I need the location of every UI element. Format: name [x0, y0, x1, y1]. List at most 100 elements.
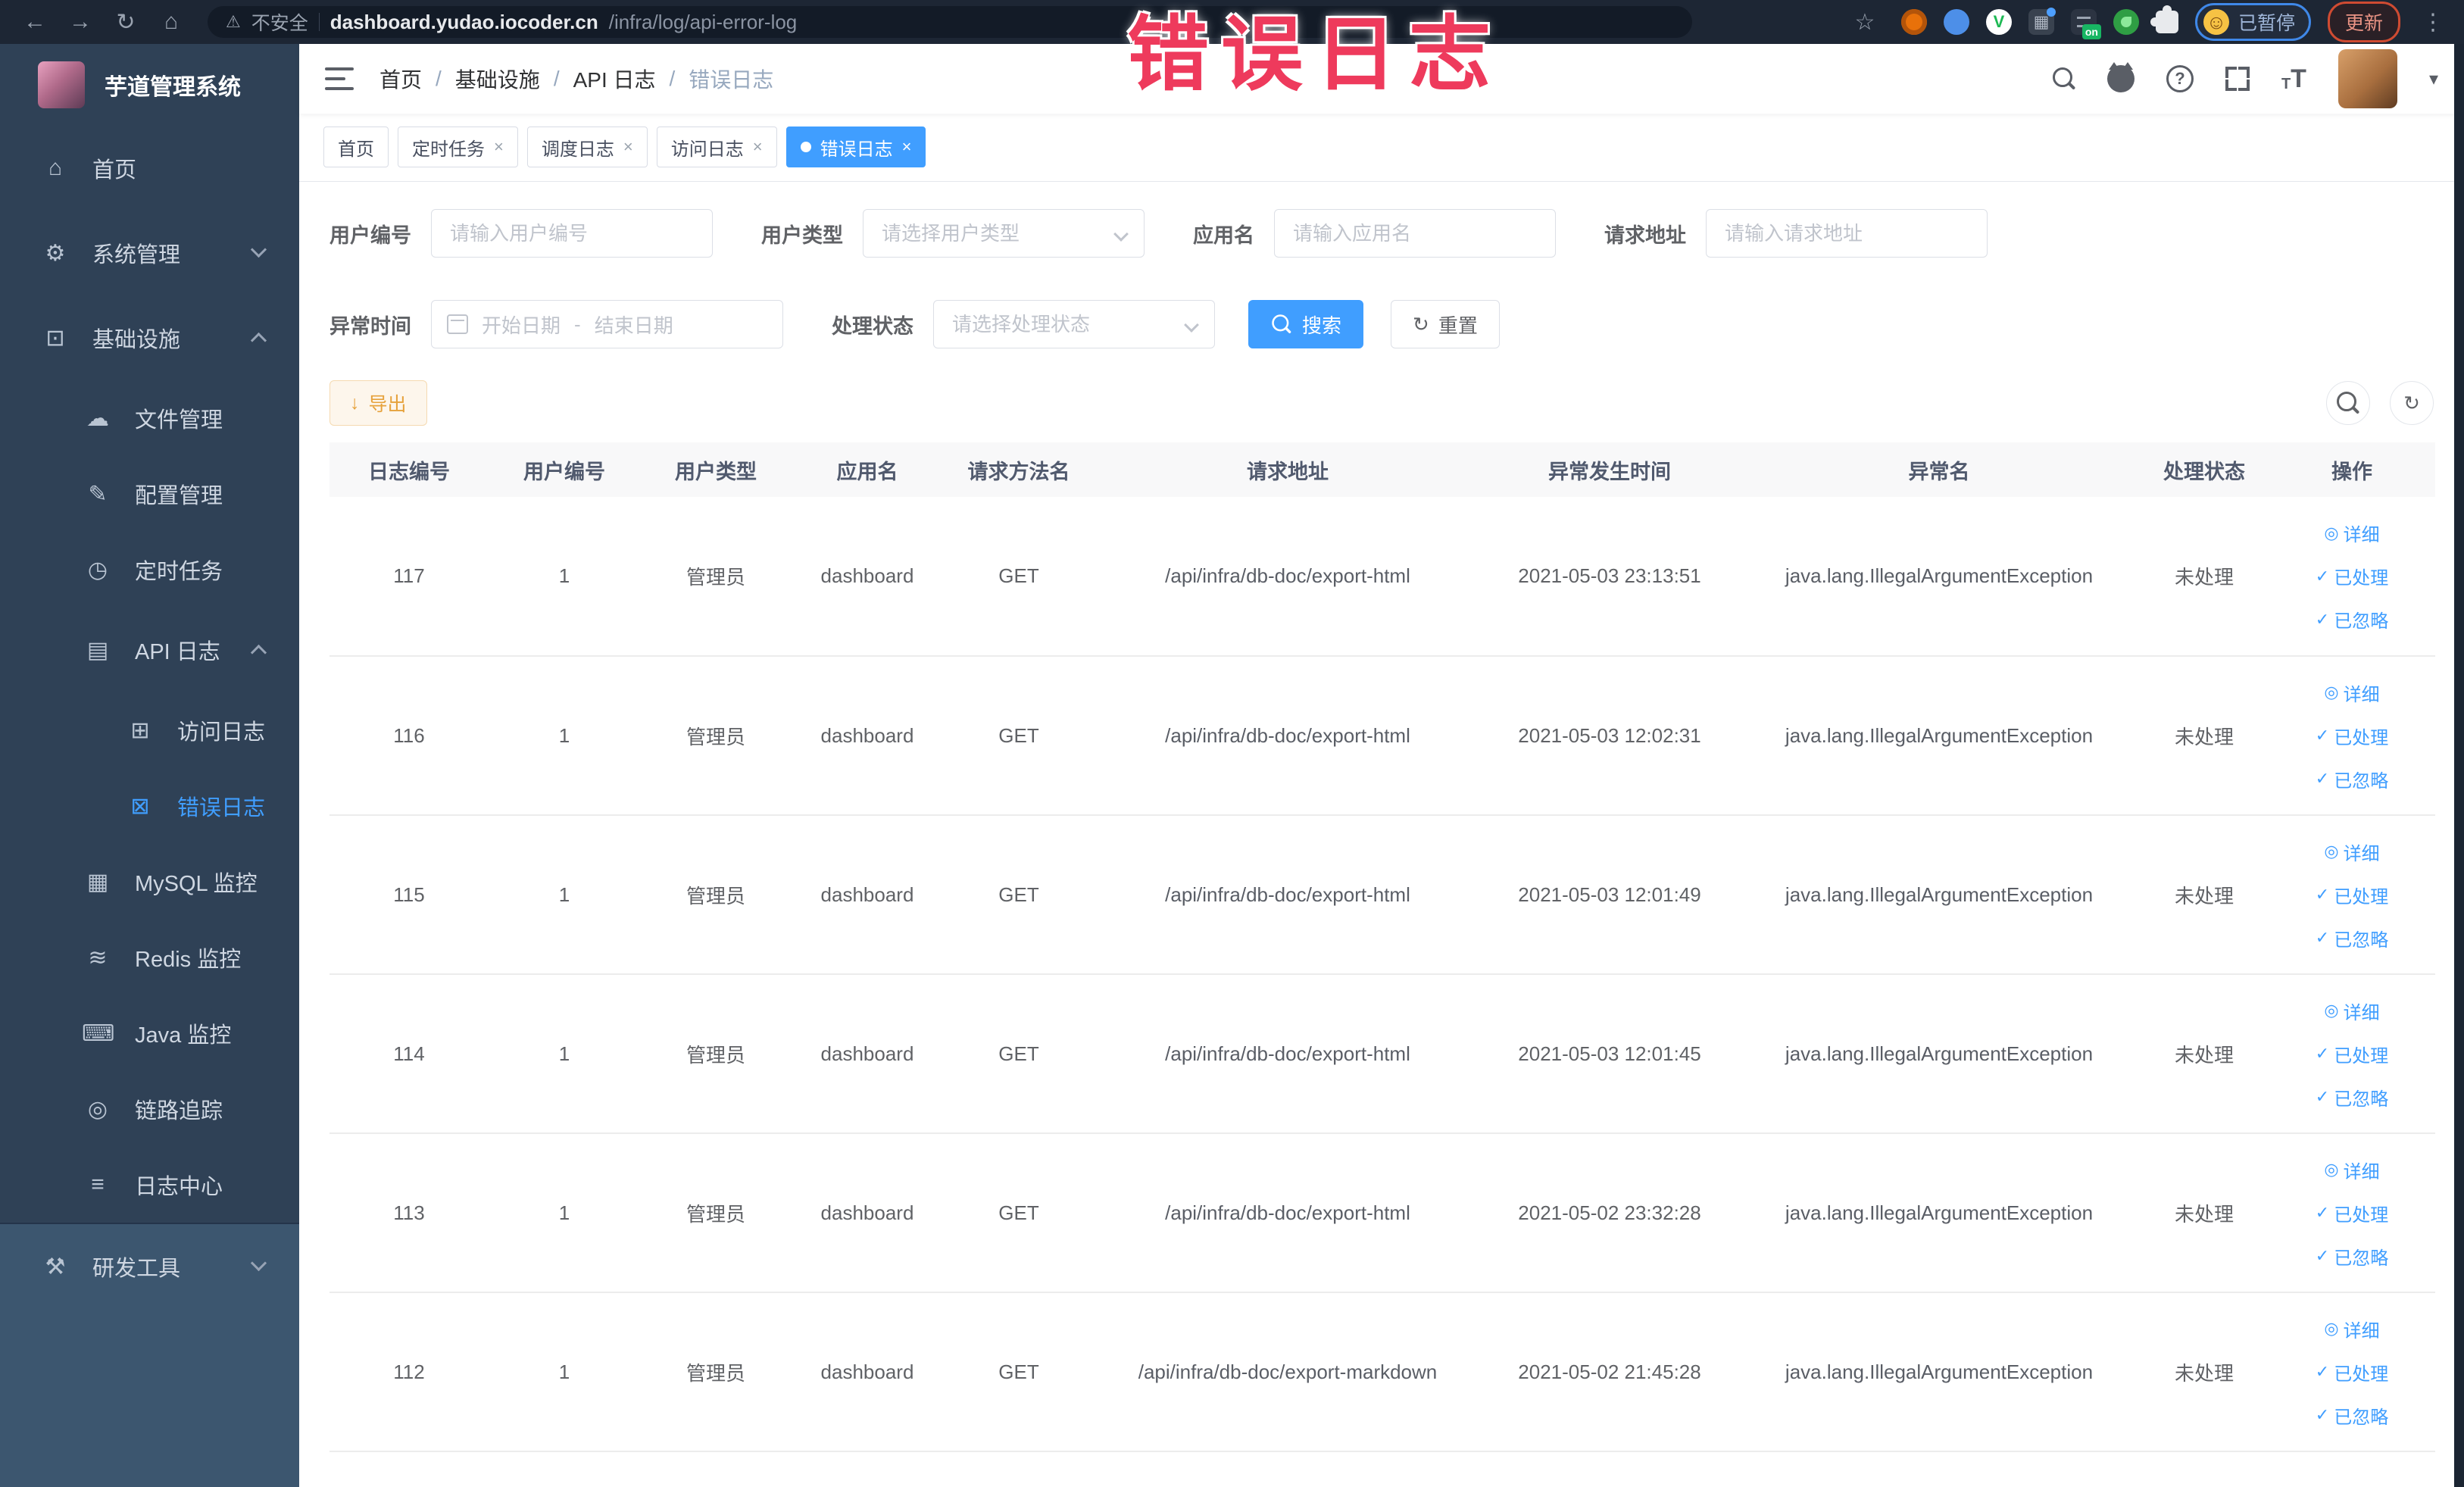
- col-user-id: 用户编号: [489, 442, 640, 497]
- sidebar-item-infrastructure[interactable]: 基础设施: [0, 295, 299, 380]
- breadcrumb-home[interactable]: 首页: [379, 64, 422, 94]
- processed-link[interactable]: 已处理: [2316, 882, 2388, 908]
- fullscreen-icon[interactable]: [2225, 67, 2250, 91]
- reset-button[interactable]: 重置: [1391, 300, 1500, 348]
- page-content: 用户编号 用户类型 应用名 请求地址: [299, 182, 2464, 1487]
- user-type-select[interactable]: [863, 209, 1145, 258]
- close-icon[interactable]: ×: [623, 137, 633, 157]
- chrome-update-button[interactable]: 更新: [2327, 2, 2400, 42]
- sidebar-item-access-logs[interactable]: 访问日志: [0, 692, 299, 768]
- detail-link[interactable]: 详细: [2324, 1157, 2380, 1183]
- sidebar-item-java-monitor[interactable]: Java 监控: [0, 995, 299, 1071]
- github-icon[interactable]: [2106, 62, 2135, 92]
- sidebar-item-config-management[interactable]: 配置管理: [0, 456, 299, 532]
- tab-scheduled-tasks[interactable]: 定时任务 ×: [398, 127, 518, 167]
- browser-home-icon[interactable]: [151, 5, 191, 39]
- close-icon[interactable]: ×: [902, 137, 912, 157]
- sidebar-item-devtools[interactable]: 研发工具: [0, 1224, 299, 1309]
- sidebar-item-redis-monitor[interactable]: Redis 监控: [0, 920, 299, 995]
- processed-link[interactable]: 已处理: [2316, 1041, 2388, 1067]
- detail-link[interactable]: 详细: [2324, 1316, 2380, 1342]
- extension-proxy-icon[interactable]: on: [2070, 9, 2101, 39]
- sidebar-item-system-management[interactable]: 系统管理: [0, 211, 299, 295]
- col-method: 请求方法名: [943, 442, 1095, 497]
- export-button[interactable]: 导出: [329, 380, 427, 426]
- breadcrumb-infrastructure[interactable]: 基础设施: [455, 64, 540, 94]
- ignored-link[interactable]: 已忽略: [2316, 606, 2388, 633]
- processed-link[interactable]: 已处理: [2316, 723, 2388, 749]
- profile-paused-chip[interactable]: 已暂停: [2194, 3, 2311, 41]
- chevron-down-icon: [250, 241, 267, 258]
- browser-menu-icon[interactable]: [2417, 9, 2449, 36]
- tab-access-logs[interactable]: 访问日志 ×: [656, 127, 777, 167]
- proxy-on-badge: on: [2081, 24, 2101, 39]
- close-icon[interactable]: ×: [494, 137, 504, 157]
- tab-schedule-logs[interactable]: 调度日志 ×: [526, 127, 648, 167]
- sidebar-item-mysql-monitor[interactable]: MySQL 监控: [0, 844, 299, 920]
- browser-reload-icon[interactable]: [106, 5, 145, 39]
- search-button[interactable]: 搜索: [1248, 300, 1364, 348]
- exception-time-range-picker[interactable]: 开始日期 - 结束日期: [431, 300, 783, 348]
- gear-icon: [39, 240, 71, 267]
- sidebar-item-home[interactable]: 首页: [0, 126, 299, 211]
- mysql-icon: [82, 869, 114, 895]
- sidebar-item-api-logs[interactable]: API 日志: [0, 608, 299, 692]
- tab-home[interactable]: 首页: [323, 127, 389, 167]
- refresh-table-button[interactable]: [2390, 381, 2434, 425]
- filter-row-2: 异常时间 开始日期 - 结束日期 处理状态 请选择处理状态 搜索 ↻ 重置: [329, 300, 2434, 348]
- browser-back-icon[interactable]: [15, 5, 55, 39]
- detail-link[interactable]: 详细: [2324, 679, 2380, 706]
- browser-forward-icon[interactable]: [61, 5, 100, 39]
- avatar-dropdown-caret-icon[interactable]: [2429, 68, 2438, 90]
- sidebar-item-trace[interactable]: 链路追踪: [0, 1071, 299, 1147]
- chevron-down-icon: [250, 1254, 267, 1272]
- extension-orange-icon[interactable]: [1900, 9, 1927, 35]
- process-status-select[interactable]: [933, 300, 1215, 348]
- detail-link[interactable]: 详细: [2324, 520, 2380, 546]
- app-name-input[interactable]: [1274, 209, 1556, 258]
- start-date-placeholder[interactable]: 开始日期: [482, 311, 561, 339]
- extension-leaf-icon[interactable]: [2113, 9, 2139, 35]
- extension-blue-icon[interactable]: [1943, 9, 1969, 35]
- ignored-link[interactable]: 已忽略: [2316, 925, 2388, 951]
- font-size-icon[interactable]: [2281, 66, 2306, 92]
- tab-error-logs[interactable]: 错误日志 ×: [785, 127, 926, 167]
- extensions-puzzle-icon[interactable]: [2150, 5, 2178, 33]
- sidebar-item-log-center[interactable]: 日志中心: [0, 1147, 299, 1223]
- toggle-search-button[interactable]: [2326, 381, 2370, 425]
- processed-link[interactable]: 已处理: [2316, 563, 2388, 589]
- sidebar-item-scheduled-tasks[interactable]: 定时任务: [0, 532, 299, 608]
- check-icon: [2316, 1245, 2329, 1267]
- eye-icon: [2324, 1159, 2338, 1180]
- log-center-icon: [82, 1172, 114, 1198]
- extension-grid-icon[interactable]: ▦: [2028, 8, 2056, 35]
- sidebar-item-file-management[interactable]: 文件管理: [0, 380, 299, 456]
- end-date-placeholder[interactable]: 结束日期: [595, 311, 673, 339]
- user-id-input[interactable]: [431, 209, 713, 258]
- sidebar-item-error-logs[interactable]: 错误日志: [0, 768, 299, 844]
- url-path: /infra/log/api-error-log: [608, 10, 798, 33]
- detail-link[interactable]: 详细: [2324, 998, 2380, 1024]
- ignored-link[interactable]: 已忽略: [2316, 1084, 2388, 1111]
- ignored-link[interactable]: 已忽略: [2316, 1243, 2388, 1270]
- request-url-input[interactable]: [1706, 209, 1988, 258]
- window-scrollbar[interactable]: [2454, 44, 2464, 1487]
- col-exception-time: 异常发生时间: [1481, 442, 1738, 497]
- sidebar-collapse-icon[interactable]: [325, 67, 354, 90]
- bookmark-star-icon[interactable]: [1845, 5, 1885, 39]
- extension-v-icon[interactable]: V: [1985, 9, 2012, 35]
- eye-icon: [2324, 682, 2338, 703]
- search-icon[interactable]: [2052, 67, 2075, 90]
- processed-link[interactable]: 已处理: [2316, 1359, 2388, 1385]
- help-icon[interactable]: [2166, 65, 2194, 92]
- processed-link[interactable]: 已处理: [2316, 1200, 2388, 1226]
- sidebar-logo[interactable]: 芋道管理系统: [0, 44, 299, 126]
- detail-link[interactable]: 详细: [2324, 839, 2380, 865]
- ignored-link[interactable]: 已忽略: [2316, 1402, 2388, 1429]
- ignored-link[interactable]: 已忽略: [2316, 766, 2388, 792]
- user-avatar[interactable]: [2338, 49, 2397, 108]
- breadcrumb-api-logs[interactable]: API 日志: [573, 64, 656, 94]
- eye-icon: [2324, 841, 2338, 862]
- close-icon[interactable]: ×: [753, 137, 763, 157]
- col-actions: 操作: [2269, 442, 2435, 497]
